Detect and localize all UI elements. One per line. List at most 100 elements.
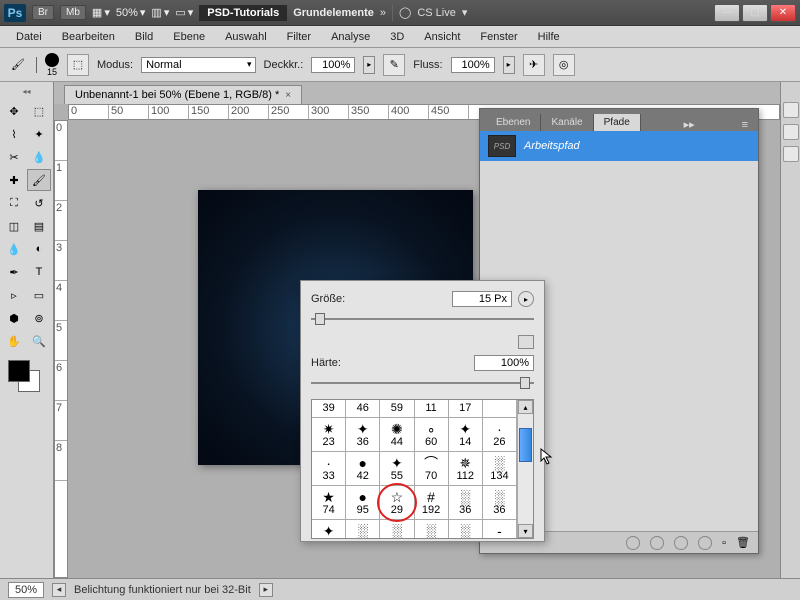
menu-auswahl[interactable]: Auswahl: [217, 29, 275, 45]
status-next-icon[interactable]: ▸: [259, 583, 273, 597]
history-brush-tool[interactable]: ↺: [27, 192, 51, 214]
bridge-button[interactable]: Br: [32, 5, 54, 20]
new-path-icon[interactable]: ▫: [722, 537, 726, 549]
doc-tab-close-icon[interactable]: ×: [285, 90, 291, 101]
menu-hilfe[interactable]: Hilfe: [530, 29, 568, 45]
scroll-thumb[interactable]: [519, 428, 532, 462]
size-input[interactable]: 15 Px: [452, 291, 512, 307]
blur-tool[interactable]: 💧: [2, 238, 26, 260]
brush-tool[interactable]: 🖌: [27, 169, 51, 191]
arrange-dropdown[interactable]: ▦▾: [92, 6, 110, 19]
lasso-tool[interactable]: ⌇: [2, 123, 26, 145]
tool-preset-picker[interactable]: 🖌: [8, 55, 28, 75]
menu-fenster[interactable]: Fenster: [472, 29, 525, 45]
brush-preset[interactable]: ✷39: [312, 399, 346, 418]
dodge-tool[interactable]: ◐: [27, 238, 51, 260]
brush-preset[interactable]: ·17: [449, 399, 483, 418]
modus-select[interactable]: Normal: [141, 57, 255, 73]
deck-arrow[interactable]: ▸: [363, 56, 375, 74]
hand-tool[interactable]: ✋: [2, 330, 26, 352]
menu-3d[interactable]: 3D: [382, 29, 412, 45]
new-preset-icon[interactable]: [518, 335, 534, 349]
maximize-button[interactable]: ▢: [742, 4, 768, 22]
dock-icon[interactable]: [783, 102, 799, 118]
workspace-label[interactable]: Grundelemente: [293, 7, 374, 19]
workspace-more-icon[interactable]: »: [380, 7, 386, 19]
brush-panel-toggle[interactable]: ⬚: [67, 54, 89, 76]
hardness-input[interactable]: 100%: [474, 355, 534, 371]
panel-expand-icon[interactable]: ▸▸: [680, 118, 699, 131]
menu-bearbeiten[interactable]: Bearbeiten: [54, 29, 123, 45]
scroll-down-icon[interactable]: ▾: [518, 524, 533, 538]
color-swatches[interactable]: [8, 360, 40, 392]
status-zoom[interactable]: 50%: [8, 582, 44, 598]
brush-preset[interactable]: ░66: [380, 520, 414, 539]
path-select-tool[interactable]: ▹: [2, 284, 26, 306]
brush-preset[interactable]: ✦55: [380, 452, 414, 486]
fluss-arrow[interactable]: ▸: [503, 56, 515, 74]
eyedropper-tool[interactable]: 💧: [27, 146, 51, 168]
brush-preset[interactable]: ⌒70: [415, 452, 449, 486]
view-extras-dropdown[interactable]: ▥▾: [151, 6, 169, 19]
type-tool[interactable]: T: [27, 261, 51, 283]
brush-preset[interactable]: ░39: [415, 520, 449, 539]
brush-preset[interactable]: -11: [483, 520, 517, 539]
healing-tool[interactable]: ✚: [2, 169, 26, 191]
menu-filter[interactable]: Filter: [279, 29, 319, 45]
brush-preset[interactable]: ✦46: [346, 399, 380, 418]
foreground-color[interactable]: [8, 360, 30, 382]
deck-input[interactable]: 100%: [311, 57, 355, 73]
brush-preset[interactable]: ●42: [346, 452, 380, 486]
workspace-button[interactable]: PSD-Tutorials: [199, 5, 287, 21]
brush-preset[interactable]: ✷23: [312, 418, 346, 452]
brush-preset[interactable]: ·33: [312, 452, 346, 486]
brush-preset[interactable]: #192: [415, 486, 449, 520]
brush-preset[interactable]: ✵112: [449, 452, 483, 486]
3d-camera-tool[interactable]: ⊚: [27, 307, 51, 329]
minibridge-button[interactable]: Mb: [60, 5, 86, 20]
crop-tool[interactable]: ✂: [2, 146, 26, 168]
tab-pfade[interactable]: Pfade: [594, 114, 641, 131]
shape-tool[interactable]: ▭: [27, 284, 51, 306]
gradient-tool[interactable]: ▤: [27, 215, 51, 237]
brush-preset[interactable]: ∘60: [415, 418, 449, 452]
brush-preset[interactable]: ✦33: [312, 520, 346, 539]
brush-preset[interactable]: ✦36: [346, 418, 380, 452]
brush-preset[interactable]: ░36: [449, 486, 483, 520]
brush-preset[interactable]: ░63: [346, 520, 380, 539]
tab-ebenen[interactable]: Ebenen: [486, 114, 541, 131]
minimize-button[interactable]: —: [714, 4, 740, 22]
scroll-up-icon[interactable]: ▴: [518, 400, 533, 414]
tab-kanaele[interactable]: Kanäle: [541, 114, 593, 131]
brush-preset[interactable]: ★74: [312, 486, 346, 520]
brush-preset[interactable]: ░134: [483, 452, 517, 486]
brush-preset[interactable]: [483, 399, 517, 418]
delete-path-icon[interactable]: 🗑: [736, 536, 750, 550]
brush-scrollbar[interactable]: ▴ ▾: [517, 400, 533, 538]
brush-preset[interactable]: #59: [380, 399, 414, 418]
selection-from-path-icon[interactable]: [674, 536, 688, 550]
tablet-opacity-icon[interactable]: ✎: [383, 54, 405, 76]
zoom-dropdown[interactable]: 50%▾: [116, 6, 146, 19]
cslive-label[interactable]: CS Live: [417, 7, 456, 19]
brush-preset[interactable]: ·26: [483, 418, 517, 452]
stamp-tool[interactable]: ⛶: [2, 192, 26, 214]
doc-tab[interactable]: Unbenannt-1 bei 50% (Ebene 1, RGB/8) * ×: [64, 85, 302, 104]
brush-preset[interactable]: -11: [415, 399, 449, 418]
move-tool[interactable]: ✥: [2, 100, 26, 122]
fluss-input[interactable]: 100%: [451, 57, 495, 73]
menu-analyse[interactable]: Analyse: [323, 29, 378, 45]
brush-preset[interactable]: ░36: [483, 486, 517, 520]
tablet-size-icon[interactable]: ◎: [553, 54, 575, 76]
app-logo[interactable]: Ps: [4, 4, 26, 22]
path-from-selection-icon[interactable]: [698, 536, 712, 550]
brush-preview[interactable]: 15: [45, 53, 59, 77]
pen-tool[interactable]: ✒: [2, 261, 26, 283]
toolbox-collapse-icon[interactable]: ◂◂: [2, 86, 51, 96]
menu-ebene[interactable]: Ebene: [165, 29, 213, 45]
eraser-tool[interactable]: ◫: [2, 215, 26, 237]
brush-preset[interactable]: ✺44: [380, 418, 414, 452]
popup-menu-icon[interactable]: ▸: [518, 291, 534, 307]
zoom-tool[interactable]: 🔍: [27, 330, 51, 352]
brush-preset[interactable]: ✦14: [449, 418, 483, 452]
